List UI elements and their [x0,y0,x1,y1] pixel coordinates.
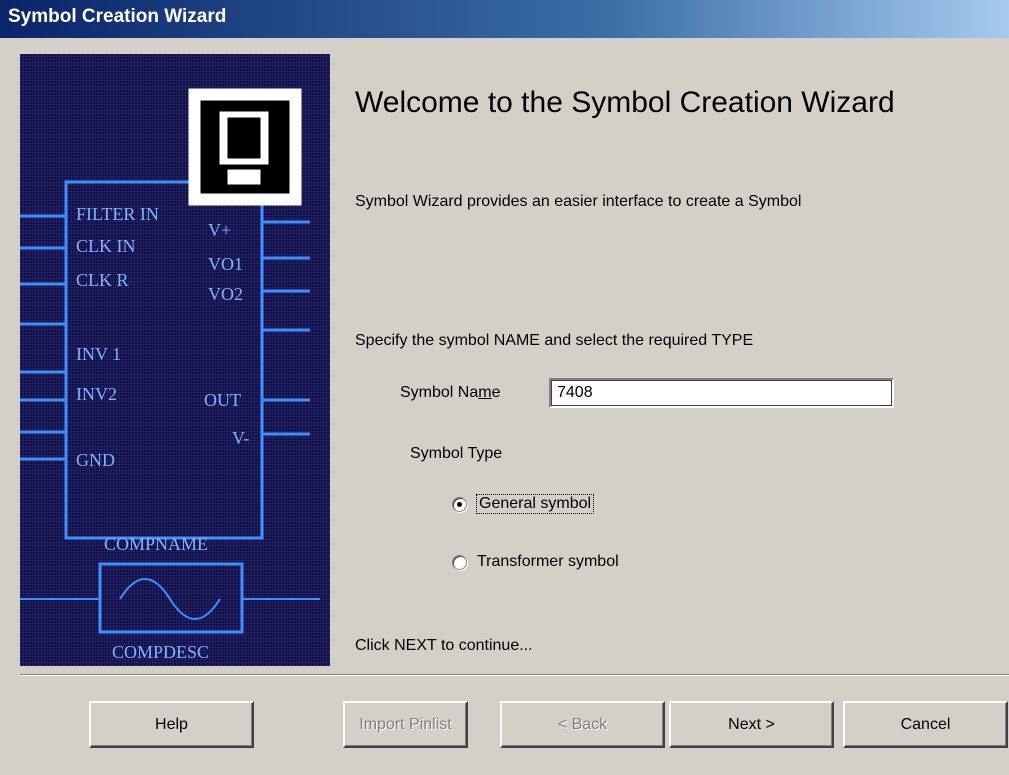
help-button[interactable]: Help [89,701,254,748]
separator [20,674,1009,676]
next-hint: Click NEXT to continue... [355,637,533,654]
next-button[interactable]: Next > [669,701,834,748]
pin-label-left: INV 1 [76,344,121,364]
symbol-illustration: FILTER IN CLK IN CLK R INV 1 INV2 GND V+ VO1 VO2… [20,88,320,662]
instruction-text: Specify the symbol NAME and select the r… [355,332,754,349]
pin-label-right: OUT [204,390,241,410]
chip-icon-wave [227,169,261,185]
transformer-symbol-radio[interactable] [452,554,467,570]
import-pinlist-button[interactable]: Import Pinlist [343,701,468,748]
chip-icon-core [227,117,261,159]
title-bar: Symbol Creation Wizard [0,0,1009,38]
pin-label-left: CLK R [76,270,129,290]
pin-label-right: V+ [208,220,231,240]
transformer-symbol-option[interactable]: Transformer symbol [452,553,619,571]
cancel-button[interactable]: Cancel [843,701,1008,748]
pin-label-left: FILTER IN [76,204,159,224]
back-button[interactable]: < Back [500,701,665,748]
transformer-symbol-label[interactable]: Transformer symbol [477,553,619,571]
pin-label-left: INV2 [76,384,117,404]
comp-name-label: COMPNAME [104,534,208,554]
comp-desc-label: COMPDESC [112,642,209,662]
wizard-illustration: FILTER IN CLK IN CLK R INV 1 INV2 GND V+ VO1 VO2… [20,54,330,666]
general-symbol-label[interactable]: General symbol [475,494,595,514]
welcome-title: Welcome to the Symbol Creation Wizard [355,86,895,119]
pin-label-left: CLK IN [76,236,136,256]
intro-text: Symbol Wizard provides an easier interfa… [355,193,802,210]
pin-label-right: V- [232,428,249,448]
pin-label-left: GND [76,450,115,470]
symbol-type-label: Symbol Type [410,445,503,462]
pin-label-right: VO1 [208,254,243,274]
sine-wave-icon [119,578,221,620]
pin-label-right: VO2 [208,284,243,304]
general-symbol-radio[interactable] [452,496,467,512]
window-title: Symbol Creation Wizard [8,6,227,27]
symbol-name-input[interactable] [549,378,894,408]
symbol-name-label: Symbol Name [400,384,501,401]
general-symbol-option[interactable]: General symbol [452,494,595,514]
